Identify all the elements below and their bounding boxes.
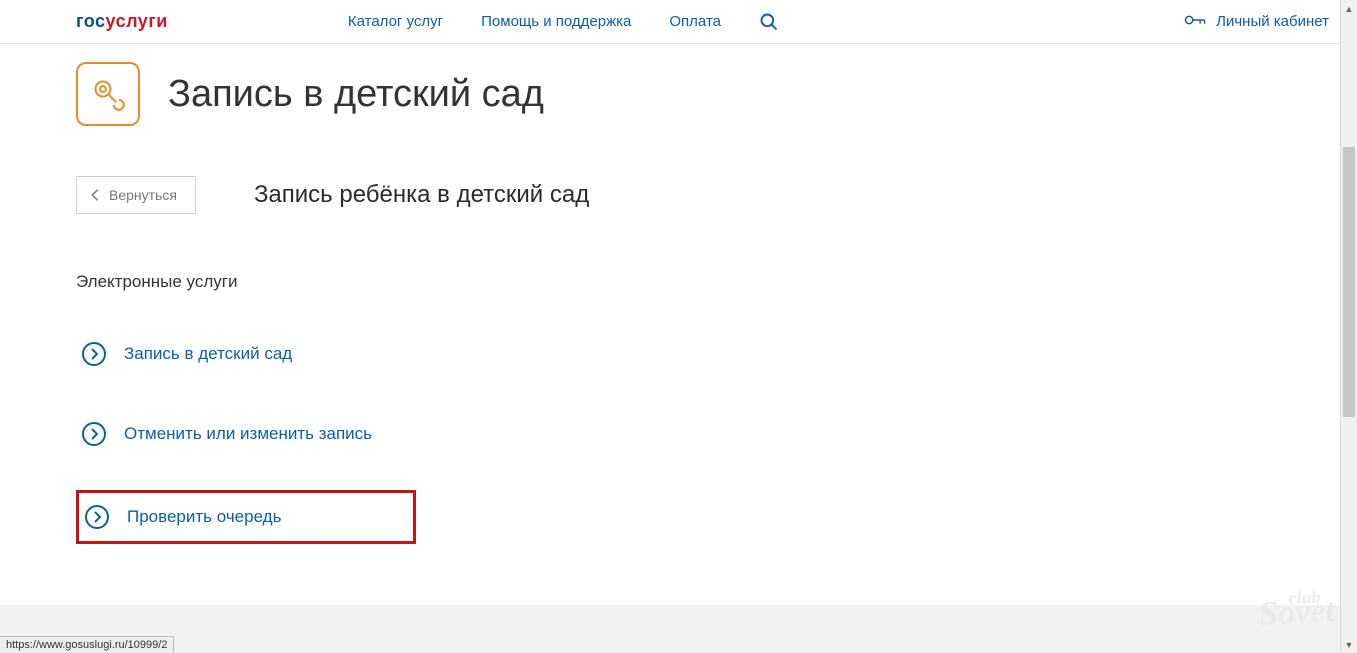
service-label: Отменить или изменить запись [124,424,372,444]
site-logo[interactable]: госуслуги [76,11,168,32]
chevron-right-icon [82,342,106,366]
scrollbar[interactable]: ▲ ▼ [1340,0,1357,653]
scroll-up-icon[interactable]: ▲ [1341,0,1357,17]
browser-status-bar: https://www.gosuslugi.ru/10999/2 [0,636,174,653]
subtitle-row: Вернуться Запись ребёнка в детский сад [76,176,1329,214]
account-link[interactable]: Личный кабинет [1184,13,1329,31]
nav-pay[interactable]: Оплата [669,13,721,30]
service-label: Запись в детский сад [124,344,292,364]
section-heading: Электронные услуги [76,272,1329,292]
service-check-queue[interactable]: Проверить очередь [76,490,416,544]
scroll-down-icon[interactable]: ▼ [1341,636,1357,653]
search-icon[interactable] [759,12,779,32]
pacifier-icon [76,62,140,126]
logo-part-1: гос [76,11,106,31]
key-icon [1184,13,1206,31]
service-enroll[interactable]: Запись в детский сад [76,330,416,378]
service-list: Запись в детский сад Отменить или измени… [76,330,416,544]
account-label: Личный кабинет [1216,13,1329,30]
back-label: Вернуться [109,187,177,203]
scroll-thumb[interactable] [1343,147,1355,417]
title-row: Запись в детский сад [76,62,1329,126]
back-button[interactable]: Вернуться [76,176,196,214]
page-title: Запись в детский сад [168,73,544,116]
page-body: Запись в детский сад Вернуться Запись ре… [0,44,1357,604]
header: госуслуги Каталог услуг Помощь и поддерж… [0,0,1357,44]
chevron-right-icon [82,422,106,446]
page-subtitle: Запись ребёнка в детский сад [254,181,589,209]
nav-help[interactable]: Помощь и поддержка [481,13,631,30]
service-label: Проверить очередь [127,507,281,527]
scroll-track[interactable] [1341,17,1357,636]
footer-strip [0,605,1357,653]
nav-catalog[interactable]: Каталог услуг [348,13,443,30]
top-nav: Каталог услуг Помощь и поддержка Оплата [348,12,779,32]
logo-part-2: услуги [106,11,168,31]
chevron-left-icon [89,188,101,202]
service-cancel-edit[interactable]: Отменить или изменить запись [76,410,416,458]
chevron-right-icon [85,505,109,529]
